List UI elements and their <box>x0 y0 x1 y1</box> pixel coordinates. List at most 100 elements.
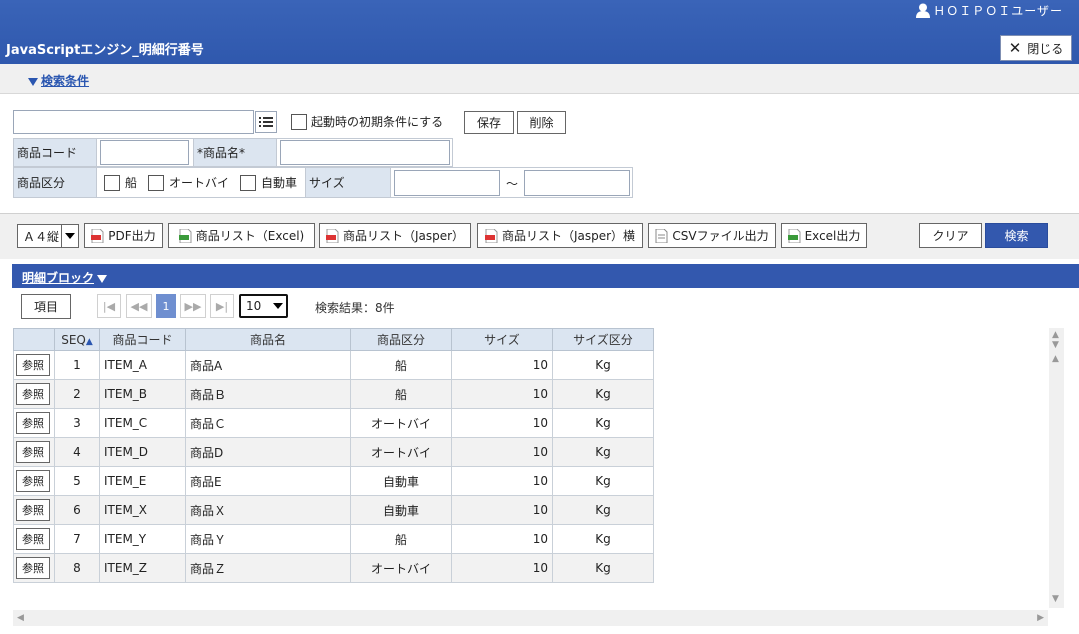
ref-button[interactable]: 参照 <box>16 441 50 463</box>
table-row: 参照 6 ITEM_X 商品Ｘ 自動車 10 Kg <box>13 495 654 525</box>
ref-button[interactable]: 参照 <box>16 557 50 579</box>
ref-cell: 参照 <box>13 350 55 380</box>
ref-button[interactable]: 参照 <box>16 499 50 521</box>
col-header-category[interactable]: 商品区分 <box>350 328 452 351</box>
search-condition-bar: 検索条件 <box>0 64 1079 94</box>
csv-output-label: CSVファイル出力 <box>672 229 769 243</box>
code-cell: ITEM_C <box>99 408 186 438</box>
document-icon <box>655 228 668 243</box>
ref-button[interactable]: 参照 <box>16 354 50 376</box>
startup-condition-option[interactable]: 起動時の初期条件にする <box>291 113 443 130</box>
seq-cell: 1 <box>54 350 100 380</box>
category-ship-label: 船 <box>125 176 138 190</box>
unit-cell: Kg <box>552 495 654 525</box>
seq-cell: 2 <box>54 379 100 409</box>
size-cell: 10 <box>451 437 553 467</box>
table-row: 参照 2 ITEM_B 商品Ｂ 船 10 Kg <box>13 379 654 409</box>
close-button[interactable]: ✕ 閉じる <box>1000 35 1072 61</box>
category-cell: 船 <box>350 379 452 409</box>
ref-cell: 参照 <box>13 408 55 438</box>
ref-button[interactable]: 参照 <box>16 412 50 434</box>
last-page-icon: ▶| <box>215 299 229 313</box>
code-cell: ITEM_Z <box>99 553 186 583</box>
page-number-current[interactable]: 1 <box>156 294 176 318</box>
excel-output-button[interactable]: Excel出力 <box>781 223 867 248</box>
col-header-size-unit[interactable]: サイズ区分 <box>552 328 654 351</box>
code-cell: ITEM_D <box>99 437 186 467</box>
unit-cell: Kg <box>552 350 654 380</box>
result-count: 検索結果：8件 <box>315 301 395 315</box>
excel-list-button[interactable]: 商品リスト（Excel) <box>168 223 315 248</box>
search-condition-label: 検索条件 <box>41 74 90 88</box>
size-from-input[interactable] <box>394 170 500 196</box>
col-header-name[interactable]: 商品名 <box>185 328 351 351</box>
user-menu[interactable]: ＨＯＩＰＯＩユーザー <box>916 2 1063 19</box>
startup-condition-checkbox[interactable] <box>291 113 307 130</box>
search-condition-toggle[interactable]: 検索条件 <box>28 72 89 89</box>
csv-output-button[interactable]: CSVファイル出力 <box>648 223 776 248</box>
ref-button[interactable]: 参照 <box>16 383 50 405</box>
triangle-down-icon <box>97 274 108 283</box>
detail-block-toggle[interactable]: 明細ブロック <box>22 269 110 286</box>
preset-input[interactable] <box>13 110 254 134</box>
items-button[interactable]: 項目 <box>21 294 71 319</box>
category-cell: オートバイ <box>350 553 452 583</box>
first-page-button[interactable]: |◀ <box>97 294 121 318</box>
code-cell: ITEM_Y <box>99 524 186 554</box>
name-cell: 商品Ｙ <box>185 524 351 554</box>
size-range-separator: ～ <box>506 177 519 191</box>
paper-size-value: Ａ４縦 <box>23 229 60 244</box>
table-row: 参照 7 ITEM_Y 商品Ｙ 船 10 Kg <box>13 524 654 554</box>
product-code-input[interactable] <box>100 140 189 165</box>
save-button[interactable]: 保存 <box>464 111 514 134</box>
ref-cell: 参照 <box>13 437 55 467</box>
category-option-bike[interactable]: オートバイ <box>148 174 229 191</box>
search-button[interactable]: 検索 <box>985 223 1048 248</box>
preset-list-button[interactable] <box>255 111 277 133</box>
ref-button[interactable]: 参照 <box>16 528 50 550</box>
category-bike-checkbox[interactable] <box>148 174 164 191</box>
next-page-button[interactable]: ▶▶ <box>180 294 206 318</box>
horizontal-scrollbar[interactable]: ◀ ▶ <box>13 610 1048 626</box>
category-ship-checkbox[interactable] <box>104 174 120 191</box>
scroll-top-icon: ▲ <box>1052 330 1059 340</box>
col-header-size[interactable]: サイズ <box>451 328 553 351</box>
delete-button[interactable]: 削除 <box>517 111 566 134</box>
last-page-button[interactable]: ▶| <box>210 294 234 318</box>
size-cell: 10 <box>451 495 553 525</box>
category-option-ship[interactable]: 船 <box>104 174 137 191</box>
col-header-seq[interactable]: SEQ▲ <box>54 328 100 351</box>
page-size-select[interactable]: 10 <box>239 294 288 318</box>
ref-cell: 参照 <box>13 495 55 525</box>
category-car-checkbox[interactable] <box>240 174 256 191</box>
category-cell: 自動車 <box>350 466 452 496</box>
prev-page-button[interactable]: ◀◀ <box>126 294 152 318</box>
name-cell: 商品Ｂ <box>185 379 351 409</box>
unit-cell: Kg <box>552 379 654 409</box>
vertical-scrollbar[interactable]: ▲ ▼ ▲ ▼ <box>1049 328 1064 608</box>
pdf-output-button[interactable]: PDF出力 <box>84 223 163 248</box>
category-cell: オートバイ <box>350 408 452 438</box>
detail-block-bar: 明細ブロック <box>12 264 1079 288</box>
jasper-list-button[interactable]: 商品リスト（Jasper） <box>319 223 471 248</box>
page-title: JavaScriptエンジン_明細行番号 <box>6 43 204 58</box>
jasper-list-landscape-button[interactable]: 商品リスト（Jasper）横 <box>477 223 643 248</box>
user-icon <box>916 3 931 18</box>
code-cell: ITEM_A <box>99 350 186 380</box>
header-bar: ＨＯＩＰＯＩユーザー JavaScriptエンジン_明細行番号 ✕ 閉じる <box>0 0 1079 64</box>
ref-cell: 参照 <box>13 524 55 554</box>
col-header-code[interactable]: 商品コード <box>99 328 186 351</box>
category-option-car[interactable]: 自動車 <box>240 174 297 191</box>
paper-size-select[interactable]: Ａ４縦 <box>17 224 79 248</box>
scroll-up-icon: ▲ <box>1052 354 1059 364</box>
size-to-input[interactable] <box>524 170 630 196</box>
scroll-down-small-icon: ▼ <box>1052 340 1059 350</box>
col-header-ref <box>13 328 55 351</box>
product-name-input[interactable] <box>280 140 450 165</box>
ref-button[interactable]: 参照 <box>16 470 50 492</box>
clear-button[interactable]: クリア <box>919 223 982 248</box>
product-code-label: 商品コード <box>13 138 97 167</box>
prev-page-icon: ◀◀ <box>130 299 148 313</box>
table-row: 参照 8 ITEM_Z 商品Ｚ オートバイ 10 Kg <box>13 553 654 583</box>
detail-block-label: 明細ブロック <box>22 271 95 285</box>
